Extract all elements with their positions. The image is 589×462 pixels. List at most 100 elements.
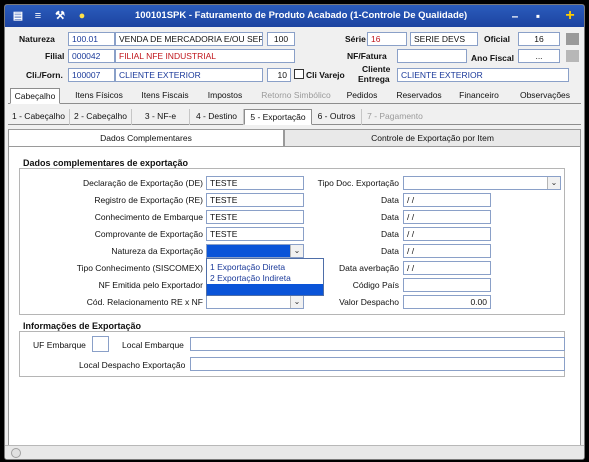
tab-dados-complementares[interactable]: Dados Complementares xyxy=(8,129,284,147)
data-input-3[interactable]: / / xyxy=(403,227,491,241)
data-input-2[interactable]: / / xyxy=(403,210,491,224)
oficial-input[interactable]: 16 xyxy=(518,32,560,46)
nf-fatura-input[interactable] xyxy=(397,49,467,63)
tab-retorno-simbolico[interactable]: Retorno Simbólico xyxy=(256,88,336,104)
natureza-code-input[interactable]: 100.01 xyxy=(68,32,115,46)
minimize-button[interactable]: – xyxy=(506,7,524,25)
cliente-entrega-input[interactable]: CLIENTE EXTERIOR xyxy=(397,68,569,82)
valor-despacho-label: Valor Despacho xyxy=(339,297,399,307)
cli-code-input[interactable]: 100007 xyxy=(68,68,115,82)
oficial-lookup-button[interactable] xyxy=(566,33,579,45)
tipo-doc-combo[interactable]: ⌄ xyxy=(403,176,561,190)
registro-input[interactable]: TESTE xyxy=(206,193,304,207)
status-indicator-icon xyxy=(11,448,21,458)
tab-6-outros[interactable]: 6 - Outros xyxy=(312,109,362,125)
data-label-2: Data xyxy=(381,212,399,222)
natureza-num-input[interactable]: 100 xyxy=(267,32,295,46)
ano-fiscal-label: Ano Fiscal xyxy=(471,53,514,63)
tab-reservados[interactable]: Reservados xyxy=(392,88,446,104)
comprovante-input[interactable]: TESTE xyxy=(206,227,304,241)
cli-desc-input[interactable]: CLIENTE EXTERIOR xyxy=(115,68,263,82)
lightbulb-icon[interactable]: ● xyxy=(75,9,89,23)
cliente-entrega-label-2: Entrega xyxy=(358,74,390,84)
local-despacho-input[interactable] xyxy=(190,357,565,371)
filial-code-input[interactable]: 000042 xyxy=(68,49,115,63)
ano-fiscal-lookup-button[interactable] xyxy=(566,50,579,62)
tab-financeiro[interactable]: Financeiro xyxy=(454,88,504,104)
tab-label: Controle de Exportação por Item xyxy=(371,133,494,143)
tab-label: Dados Complementares xyxy=(100,133,192,143)
valor-despacho-input[interactable]: 0.00 xyxy=(403,295,491,309)
title-bar: ▤ ≡ ⚒ ● 100101SPK - Faturamento de Produ… xyxy=(5,5,584,27)
dropdown-highlight xyxy=(207,284,323,295)
conhecimento-label: Conhecimento de Embarque xyxy=(94,212,203,222)
tab-label: Itens Físicos xyxy=(75,90,123,100)
tab-label: 7 - Pagamento xyxy=(367,111,423,121)
natureza-exportacao-combo[interactable]: ⌄ xyxy=(206,244,304,258)
plus-button[interactable]: + xyxy=(561,7,579,25)
chevron-down-icon[interactable]: ⌄ xyxy=(290,245,303,257)
local-embarque-input[interactable] xyxy=(190,337,565,351)
wrench-icon[interactable]: ⚒ xyxy=(53,9,67,23)
cli-num-input[interactable]: 10 xyxy=(267,68,291,82)
tab-impostos[interactable]: Impostos xyxy=(202,88,248,104)
codigo-pais-label: Código País xyxy=(352,280,399,290)
cod-relacionamento-combo[interactable]: ⌄ xyxy=(206,295,304,309)
codigo-pais-input[interactable] xyxy=(403,278,491,292)
main-tab-strip: Cabeçalho Itens Físicos Itens Fiscais Im… xyxy=(8,88,581,104)
local-embarque-label: Local Embarque xyxy=(122,340,184,350)
tab-2-cabecalho[interactable]: 2 - Cabeçalho xyxy=(70,109,132,125)
app-menu-icon[interactable]: ▤ xyxy=(11,9,25,23)
tab-itens-fisicos[interactable]: Itens Físicos xyxy=(70,88,128,104)
data-averbacao-input[interactable]: / / xyxy=(403,261,491,275)
tab-controle-exportacao-item[interactable]: Controle de Exportação por Item xyxy=(284,129,581,147)
restore-button[interactable]: ▪ xyxy=(529,7,547,25)
data-input-4[interactable]: / / xyxy=(403,244,491,258)
filial-label: Filial xyxy=(45,51,65,61)
tab-label: Financeiro xyxy=(459,90,499,100)
window-title: 100101SPK - Faturamento de Produto Acaba… xyxy=(135,10,468,21)
chevron-down-icon[interactable]: ⌄ xyxy=(290,296,303,308)
dropdown-option-exportacao-indireta[interactable]: 2 Exportação Indireta xyxy=(210,273,291,284)
status-bar xyxy=(5,445,584,459)
cli-varejo-checkbox[interactable] xyxy=(294,69,304,79)
data-input-1[interactable]: / / xyxy=(403,193,491,207)
export-panel: Dados complementares de exportação Decla… xyxy=(8,146,581,446)
tab-observacoes[interactable]: Observações xyxy=(514,88,576,104)
conhecimento-input[interactable]: TESTE xyxy=(206,210,304,224)
serie-desc-input[interactable]: SERIE DEVS xyxy=(410,32,478,46)
cliente-entrega-label-1: Cliente xyxy=(362,64,391,74)
tab-4-destino[interactable]: 4 - Destino xyxy=(190,109,244,125)
natureza-exportacao-label: Natureza da Exportação xyxy=(111,246,203,256)
uf-embarque-input[interactable] xyxy=(92,336,109,352)
dropdown-option-exportacao-direta[interactable]: 1 Exportação Direta xyxy=(210,262,285,273)
tab-label: 4 - Destino xyxy=(195,111,238,121)
tab-label: Cabeçalho xyxy=(14,91,56,101)
tab-label: 1 - Cabeçalho xyxy=(12,111,65,121)
ano-fiscal-input[interactable]: ... xyxy=(518,49,560,63)
comprovante-label: Comprovante de Exportação xyxy=(94,229,203,239)
declaracao-input[interactable]: TESTE xyxy=(206,176,304,190)
tab-itens-fiscais[interactable]: Itens Fiscais xyxy=(136,88,194,104)
natureza-exportacao-dropdown: 1 Exportação Direta 2 Exportação Indiret… xyxy=(206,258,324,296)
chevron-down-icon[interactable]: ⌄ xyxy=(547,177,560,189)
data-label-3: Data xyxy=(381,229,399,239)
serie-input[interactable]: 16 xyxy=(367,32,407,46)
cli-forn-label: Cli./Forn. xyxy=(26,70,63,80)
serie-label: Série xyxy=(345,34,366,44)
tab-cabecalho[interactable]: Cabeçalho xyxy=(10,88,60,104)
traffic-light-icon[interactable]: ≡ xyxy=(31,9,45,23)
tab-label: 2 - Cabeçalho xyxy=(74,111,127,121)
tab-label: Pedidos xyxy=(346,90,378,100)
export-tab-strip: Dados Complementares Controle de Exporta… xyxy=(8,129,581,147)
tab-7-pagamento[interactable]: 7 - Pagamento xyxy=(362,109,428,125)
tab-3-nfe[interactable]: 3 - NF-e xyxy=(132,109,190,125)
local-despacho-label: Local Despacho Exportação xyxy=(79,360,186,370)
uf-embarque-label: UF Embarque xyxy=(33,340,86,350)
natureza-desc-input[interactable]: VENDA DE MERCADORIA E/OU SERVI xyxy=(115,32,263,46)
tab-5-exportacao[interactable]: 5 - Exportação xyxy=(244,109,312,125)
oficial-label: Oficial xyxy=(484,34,510,44)
filial-desc-input[interactable]: FILIAL NFE INDUSTRIAL xyxy=(115,49,295,63)
tab-pedidos[interactable]: Pedidos xyxy=(340,88,384,104)
tab-1-cabecalho[interactable]: 1 - Cabeçalho xyxy=(8,109,70,125)
